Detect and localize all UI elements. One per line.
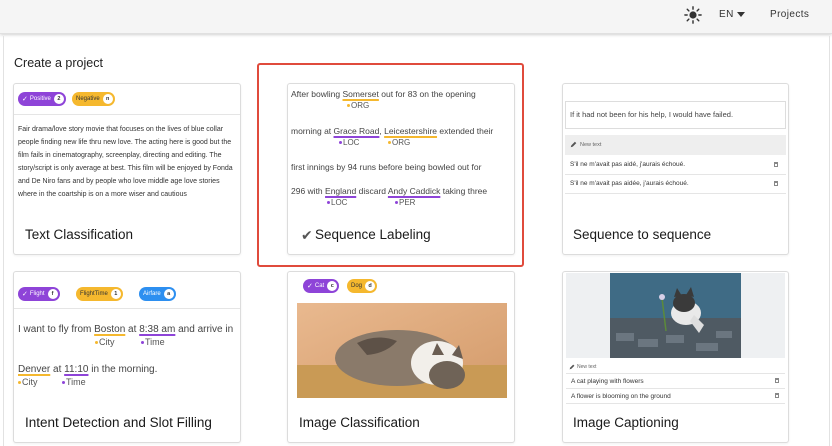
pencil-icon	[570, 141, 577, 148]
review-text: Fair drama/love story movie that focuses…	[18, 126, 233, 198]
entity-label: City	[18, 377, 38, 387]
chip-label: Negative	[76, 96, 100, 102]
text-line: first innings by 94 runs before being bo…	[291, 162, 482, 172]
entity-span[interactable]: Denver	[18, 364, 50, 375]
entity-span[interactable]: 8:38 am	[139, 324, 175, 335]
chip-shortcut: c	[327, 281, 338, 291]
chip-flight: ✓ Flight f	[18, 287, 60, 301]
source-text: If it had not been for his help, I would…	[570, 110, 734, 119]
text-span: 296 with	[291, 186, 326, 196]
cat-photo	[297, 303, 507, 398]
check-icon: ✔	[301, 227, 313, 243]
kitten-photo	[566, 273, 785, 358]
divider	[565, 174, 786, 175]
chip-shortcut: f	[47, 289, 58, 299]
divider	[566, 373, 785, 374]
text-span: out for 83 on the opening	[378, 89, 476, 99]
entity-label: LOC	[339, 138, 359, 147]
chip-shortcut: a	[163, 289, 174, 299]
text-span: morning at	[291, 126, 334, 136]
entity-span[interactable]: Somerset	[343, 89, 379, 99]
projects-link[interactable]: Projects	[770, 9, 809, 20]
chip-label: Positive	[29, 96, 51, 102]
pencil-icon	[569, 364, 575, 370]
delete-icon[interactable]	[774, 162, 778, 167]
entity-label: Time	[141, 337, 165, 347]
card-title: Text Classification	[25, 227, 134, 242]
chip-label: Dog	[351, 283, 363, 289]
language-selector[interactable]: EN	[719, 9, 734, 20]
text-span: After bowling	[291, 89, 343, 99]
caption-row: A flower is blooming on the ground	[571, 393, 671, 400]
card-intent-detection[interactable]: ✓ Flight f FlightTime 1 Airfare a Intent…	[13, 271, 241, 443]
sun-icon[interactable]	[684, 6, 702, 24]
card-title: Image Classification	[299, 415, 420, 430]
check-icon: ✓	[22, 291, 28, 298]
divider	[566, 403, 785, 404]
text-span: extended their	[437, 126, 494, 136]
new-text-label: New text	[577, 364, 597, 370]
text-line: 296 with England discard Andy Caddick ta…	[291, 186, 488, 196]
check-icon: ✓	[307, 283, 313, 290]
entity-label: Time	[62, 377, 86, 387]
check-icon: ✓	[22, 96, 28, 103]
card-title: Intent Detection and Slot Filling	[25, 415, 212, 430]
divider	[565, 193, 786, 194]
new-text-label: New text	[580, 142, 602, 148]
entity-span[interactable]: 11:10	[64, 364, 88, 375]
chip-dog: Dog d	[347, 279, 378, 293]
chip-label: Airfare	[143, 291, 161, 297]
chip-shortcut: n	[102, 94, 113, 104]
chip-shortcut: 2	[53, 94, 64, 104]
app-bar: EN Projects	[0, 0, 832, 34]
card-title: Image Captioning	[573, 415, 679, 430]
chip-airfare: Airfare a	[139, 287, 176, 301]
output-row: S'il ne m'avait pas aidé, j'aurais échou…	[570, 161, 686, 168]
text-line: I want to fly from Boston at 8:38 am and…	[18, 324, 234, 335]
delete-icon[interactable]	[775, 393, 779, 398]
text-line: morning at Grace Road, Leicestershire ex…	[291, 126, 494, 136]
chip-label: Flight	[29, 291, 45, 297]
divider	[14, 114, 240, 115]
entity-label: ORG	[347, 101, 369, 110]
entity-span[interactable]: Leicestershire	[384, 126, 437, 136]
output-row: S'il ne m'avait pas aidée, j'aurais écho…	[570, 180, 689, 187]
text-line: After bowling Somerset out for 83 on the…	[291, 89, 476, 99]
chip-flighttime: FlightTime 1	[76, 287, 123, 301]
divider	[566, 388, 785, 389]
delete-icon[interactable]	[774, 181, 778, 186]
chip-cat: ✓ Cat c	[303, 279, 340, 293]
entity-label: LOC	[327, 198, 347, 207]
text-span: taking three	[440, 186, 488, 196]
page-title: Create a project	[14, 56, 103, 70]
left-edge	[0, 36, 4, 446]
entity-label: City	[95, 337, 115, 347]
chip-positive: ✓ Positive 2	[18, 92, 66, 106]
chip-shortcut: 1	[110, 289, 121, 299]
card-title: Sequence to sequence	[573, 227, 712, 242]
entity-span[interactable]: England	[325, 186, 356, 196]
chip-shortcut: d	[365, 281, 376, 291]
chip-label: Cat	[314, 283, 325, 289]
entity-span[interactable]: Grace Road	[334, 126, 380, 136]
entity-span[interactable]: Andy Caddick	[388, 186, 440, 196]
entity-label: ORG	[388, 138, 410, 147]
divider	[14, 308, 240, 309]
entity-span[interactable]: Boston	[94, 324, 125, 335]
caption-row: A cat playing with flowers	[571, 378, 644, 385]
chip-negative: Negative n	[72, 92, 115, 106]
entity-label: PER	[395, 198, 415, 207]
text-line: Denver at 11:10 in the morning.	[18, 364, 158, 375]
chip-label: FlightTime	[80, 291, 108, 297]
chevron-down-icon[interactable]	[737, 12, 745, 17]
card-title: Sequence Labeling	[315, 227, 431, 242]
delete-icon[interactable]	[775, 378, 779, 383]
